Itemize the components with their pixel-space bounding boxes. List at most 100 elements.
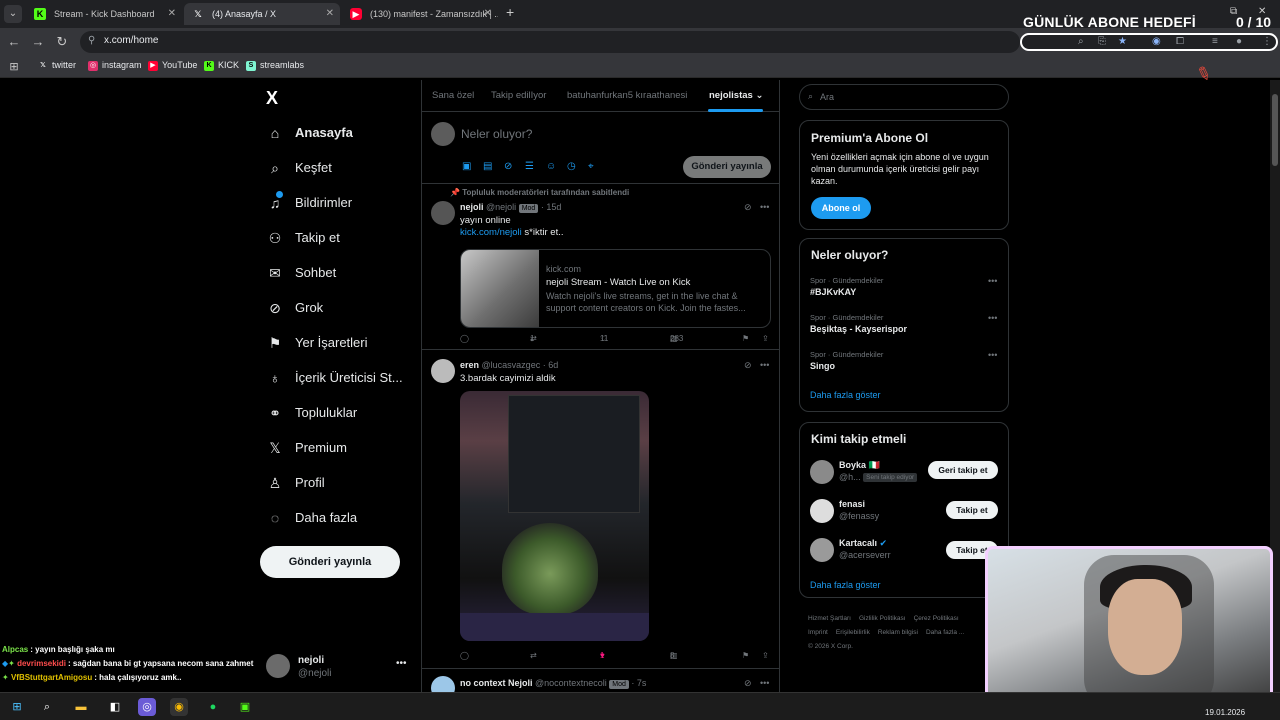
emoji-icon[interactable]: ☺ — [546, 161, 567, 172]
scrollbar-thumb[interactable] — [1272, 94, 1278, 166]
tab-following[interactable]: Takip edilIyor — [491, 90, 546, 101]
schedule-icon[interactable]: ◷ — [567, 161, 588, 172]
trend-item[interactable]: #BJKvKAY — [810, 287, 856, 297]
spotify-icon[interactable]: ● — [204, 698, 222, 716]
apps-icon[interactable]: ⊞ — [6, 59, 22, 75]
bookmark-twitter[interactable]: 𝕏twitter — [38, 60, 76, 70]
avatar[interactable] — [431, 676, 455, 692]
gif-icon[interactable]: ▤ — [483, 161, 504, 172]
tweet-author[interactable]: no context Nejoli — [460, 678, 533, 688]
location-icon[interactable]: ⌖ — [588, 161, 609, 172]
more-icon[interactable]: ••• — [988, 276, 997, 286]
poll-icon[interactable]: ☰ — [525, 161, 546, 172]
footer-link[interactable]: Çerez Politikası — [914, 615, 959, 622]
tweet[interactable]: 📌 Topluluk moderatörleri tarafından sabi… — [422, 185, 779, 350]
tweet-handle[interactable]: @nocontextnecoli — [535, 678, 607, 688]
footer-link[interactable]: Reklam bilgisi — [878, 629, 918, 636]
compose-input[interactable]: Neler oluyor? — [461, 127, 532, 141]
account-switcher[interactable]: nejoli @nejoli ••• — [266, 652, 416, 682]
install-icon[interactable]: ⎘ — [1098, 36, 1106, 47]
audio-icon[interactable]: ◉ — [1152, 36, 1161, 47]
more-icon[interactable]: ••• — [988, 313, 997, 323]
reading-list-icon[interactable]: ≡ — [1212, 36, 1218, 47]
show-more-link[interactable]: Daha fazla göster — [810, 580, 881, 590]
close-icon[interactable]: ✕ — [326, 3, 334, 25]
kick-app-icon[interactable]: ▣ — [236, 698, 254, 716]
zoom-icon[interactable]: ⌕ — [1078, 36, 1084, 47]
browser-tab-kick[interactable]: K Stream - Kick Dashboard ✕ — [26, 3, 182, 25]
follow-button[interactable]: Takip et — [946, 501, 998, 519]
avatar[interactable] — [810, 538, 834, 562]
footer-link[interactable]: Erişilebilirlik — [836, 629, 870, 636]
reload-button[interactable]: ↻ — [54, 34, 70, 50]
bookmark-streamlabs[interactable]: Sstreamlabs — [246, 60, 304, 71]
x-logo-icon[interactable]: X — [266, 88, 278, 109]
avatar[interactable] — [810, 460, 834, 484]
footer-link[interactable]: Gizlilik Politikası — [859, 615, 906, 622]
tweet-photo[interactable] — [460, 391, 649, 641]
footer-link[interactable]: Imprint — [808, 629, 828, 636]
new-tab-button[interactable]: + — [506, 4, 520, 20]
more-icon[interactable]: ••• — [396, 658, 407, 669]
suggested-user-name[interactable]: fenasi — [839, 499, 865, 509]
grok-icon[interactable]: ⊘ — [504, 161, 525, 172]
trend-item[interactable]: Singo — [810, 361, 835, 371]
bookmark-youtube[interactable]: ▶ YouTube — [148, 60, 197, 71]
tweet[interactable]: no context Nejoli @nocontextnecoli Mod ·… — [422, 670, 779, 692]
search-icon[interactable]: ⌕ — [38, 698, 56, 716]
more-icon[interactable]: ••• — [760, 202, 769, 212]
more-icon[interactable]: ••• — [760, 360, 769, 370]
tweet-author[interactable]: eren — [460, 360, 479, 370]
grok-icon[interactable]: ⊘ — [744, 202, 752, 213]
tweet-link[interactable]: kick.com/nejoli — [460, 227, 522, 238]
show-more-link[interactable]: Daha fazla göster — [810, 390, 881, 400]
file-explorer-icon[interactable]: ▬ — [72, 698, 90, 716]
footer-link[interactable]: Hizmet Şartları — [808, 615, 851, 622]
forward-button[interactable]: → — [30, 34, 46, 50]
subscribe-button[interactable]: Abone ol — [811, 197, 871, 219]
more-icon[interactable]: ••• — [760, 678, 769, 688]
compose-post-button[interactable]: Gönderi yayınla — [683, 156, 771, 178]
tweet-time[interactable]: · 6d — [543, 360, 559, 370]
suggested-user-name[interactable]: Kartacalı ✔ — [839, 538, 887, 549]
bookmark-kick[interactable]: K KICK — [204, 60, 239, 71]
close-icon[interactable]: ✕ — [168, 3, 176, 25]
chrome-icon[interactable]: ◉ — [170, 698, 188, 716]
avatar[interactable] — [431, 359, 455, 383]
follow-back-button[interactable]: Geri takip et — [928, 461, 998, 479]
tweet-author[interactable]: nejoli — [460, 202, 484, 212]
trend-item[interactable]: Beşiktaş - Kayserispor — [810, 324, 907, 334]
grok-icon[interactable]: ⊘ — [744, 678, 752, 689]
tweet-handle[interactable]: @lucasvazgec — [482, 360, 541, 370]
grok-icon[interactable]: ⊘ — [744, 360, 752, 371]
tab-nejolistas[interactable]: nejolistas ⌄ — [709, 90, 763, 101]
more-icon[interactable]: ••• — [988, 350, 997, 360]
profile-icon[interactable]: ● — [1236, 36, 1242, 47]
tweet-handle[interactable]: @nejoli — [486, 202, 516, 212]
post-button[interactable]: Gönderi yayınla — [260, 546, 400, 578]
back-button[interactable]: ← — [6, 34, 22, 50]
tab-community[interactable]: batuhanfurkan5 kıraathanesi — [567, 90, 687, 101]
browser-tab-youtube[interactable]: ▶ (130) manifest - Zamansızdık | ... ✕ — [342, 3, 498, 25]
link-card[interactable]: kick.com nejoli Stream - Watch Live on K… — [460, 249, 771, 328]
tab-search-button[interactable]: ⌄ — [4, 5, 22, 23]
tweet-time[interactable]: · 7s — [631, 678, 646, 688]
extensions-icon[interactable]: ⧠ — [1176, 36, 1184, 47]
star-icon[interactable]: ★ — [1118, 36, 1127, 47]
image-icon[interactable]: ▣ — [462, 161, 483, 172]
tab-for-you[interactable]: Sana özel — [432, 90, 474, 101]
menu-icon[interactable]: ⋮ — [1262, 36, 1272, 47]
tweet[interactable]: eren @lucasvazgec · 6d ⊘ ••• 3.bardak ca… — [422, 351, 779, 669]
bookmark-instagram[interactable]: ◎ instagram — [88, 60, 142, 71]
search-input[interactable]: ⌕ Ara — [799, 84, 1009, 110]
avatar[interactable] — [431, 201, 455, 225]
footer-link[interactable]: Daha fazla ... — [926, 629, 964, 636]
app-icon[interactable]: ◎ — [138, 698, 156, 716]
browser-tab-x[interactable]: 𝕏 (4) Anasayfa / X ✕ — [184, 3, 340, 25]
windows-start-icon[interactable]: ⊞ — [8, 698, 26, 716]
suggested-user-name[interactable]: Boyka 🇮🇹 — [839, 460, 880, 471]
tweet-time[interactable]: · 15d — [541, 202, 562, 212]
app-icon[interactable]: ◧ — [106, 698, 124, 716]
site-info-icon[interactable]: ⚲ — [88, 35, 95, 46]
close-icon[interactable]: ✕ — [484, 3, 492, 25]
